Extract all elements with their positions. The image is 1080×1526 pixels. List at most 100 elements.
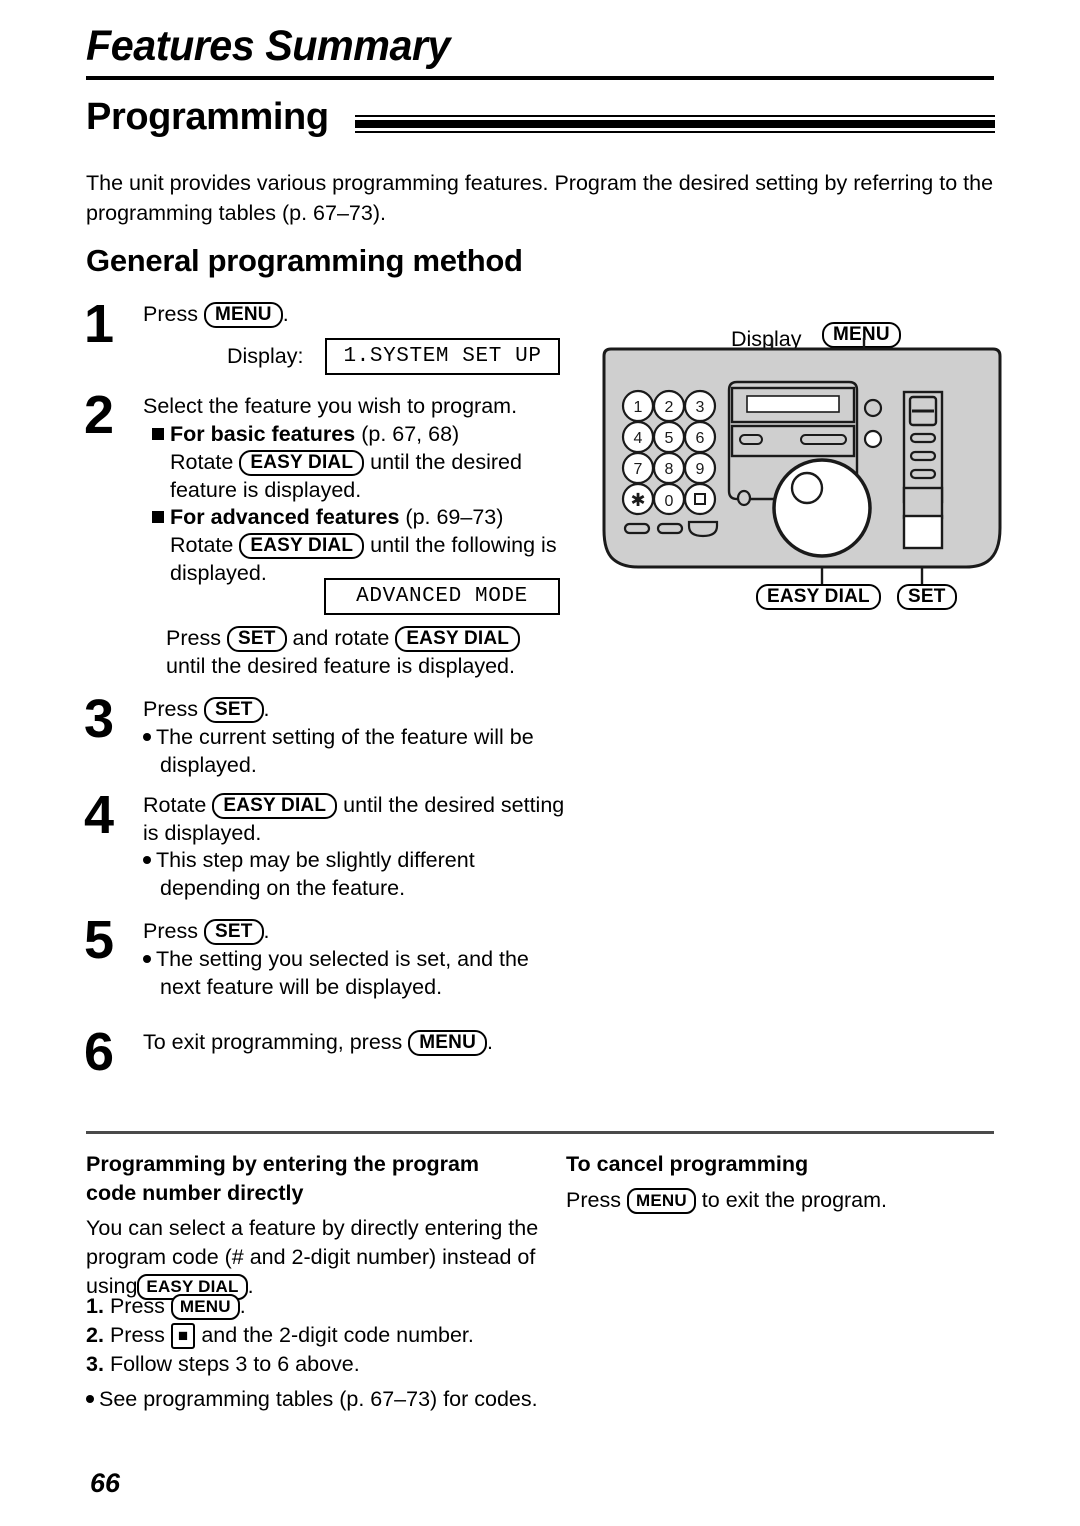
hash-key[interactable]: ■ bbox=[170, 1323, 196, 1349]
section-heading: Programming bbox=[86, 96, 329, 138]
step-2-intro: Select the feature you wish to program. bbox=[143, 394, 518, 418]
set-key[interactable]: SET bbox=[203, 697, 264, 723]
easy-dial-wheel[interactable] bbox=[772, 458, 872, 558]
square-bullet-icon bbox=[152, 511, 164, 523]
basic-rotate-suffix: until the desired bbox=[370, 450, 522, 474]
list-item-1-period: . bbox=[239, 1294, 246, 1318]
left-column-heading: Programming by entering the program code… bbox=[86, 1150, 556, 1208]
step-3-note-line1: The current setting of the feature will … bbox=[156, 725, 534, 749]
round-button-lower[interactable] bbox=[863, 429, 883, 449]
keypad-key-0[interactable]: 0 bbox=[665, 493, 674, 510]
menu-key[interactable]: MENU bbox=[170, 1294, 240, 1320]
list-item: 3. Follow steps 3 to 6 above. bbox=[86, 1350, 576, 1379]
menu-key[interactable]: MENU bbox=[203, 302, 283, 328]
keypad-key-6[interactable]: 6 bbox=[696, 430, 705, 447]
step-1-body: Press MENU. bbox=[143, 300, 573, 328]
advanced-features-pages: (p. 69–73) bbox=[405, 505, 504, 529]
keypad-key-2[interactable]: 2 bbox=[665, 399, 674, 416]
keypad-key-7[interactable]: 7 bbox=[634, 461, 643, 478]
display-label-1: Display: bbox=[227, 344, 304, 368]
step-5-press-label: Press bbox=[143, 919, 198, 943]
keypad-key-8[interactable]: 8 bbox=[665, 461, 674, 478]
intro-paragraph: The unit provides various programming fe… bbox=[86, 168, 998, 228]
and-rotate-label: and rotate bbox=[292, 626, 390, 650]
round-bullet-icon bbox=[143, 856, 151, 864]
keypad-key-3[interactable]: 3 bbox=[696, 399, 705, 416]
round-bullet-icon bbox=[143, 733, 151, 741]
step-4-rotate-suffix: until the desired setting bbox=[343, 793, 565, 817]
step-4-note-line2: depending on the feature. bbox=[160, 876, 406, 900]
advanced-features-heading: For advanced features bbox=[170, 505, 400, 529]
page-number: 66 bbox=[90, 1468, 121, 1498]
set-key[interactable]: SET bbox=[203, 919, 264, 945]
keypad-key-9[interactable]: 9 bbox=[696, 461, 705, 478]
easy-dial-key[interactable]: EASY DIAL bbox=[239, 450, 365, 476]
right-column-body: Press MENU to exit the program. bbox=[566, 1186, 996, 1215]
keypad-key-5[interactable]: 5 bbox=[665, 430, 674, 447]
menu-key[interactable]: MENU bbox=[626, 1188, 696, 1214]
right-body-press-label: Press bbox=[566, 1188, 621, 1212]
chapter-title-rule bbox=[86, 76, 994, 80]
document-page: Features Summary Programming The unit pr… bbox=[0, 0, 1080, 1526]
step-2-basic-block: For basic features (p. 67, 68) Rotate EA… bbox=[152, 420, 602, 504]
list-item: 2. Press ■ and the 2-digit code number. bbox=[86, 1321, 576, 1350]
right-key-1[interactable] bbox=[909, 432, 937, 444]
menu-key[interactable]: MENU bbox=[408, 1030, 488, 1056]
advanced-rotate-suffix: until the following is bbox=[370, 533, 557, 557]
round-button-upper[interactable] bbox=[863, 398, 883, 418]
step-number-4: 4 bbox=[84, 785, 114, 845]
bottom-divider bbox=[86, 1131, 994, 1134]
intro-line-1: The unit provides various programming fe… bbox=[86, 171, 994, 195]
set-key[interactable]: SET bbox=[226, 626, 287, 652]
step-1-press-label: Press bbox=[143, 302, 198, 326]
list-item-2-number: 2. bbox=[86, 1323, 104, 1347]
list-item-2-text: Press bbox=[109, 1323, 165, 1347]
page-title: Features Summary bbox=[86, 22, 451, 70]
step-3-period: . bbox=[263, 697, 270, 721]
keypad-key-4[interactable]: 4 bbox=[634, 430, 643, 447]
easy-dial-key[interactable]: EASY DIAL bbox=[395, 626, 521, 652]
step-5-note-line1: The setting you selected is set, and the bbox=[156, 947, 529, 971]
set-key-lower[interactable] bbox=[902, 514, 944, 550]
step-3-note-line2: displayed. bbox=[160, 753, 257, 777]
round-bullet-icon bbox=[143, 955, 151, 963]
right-key-2[interactable] bbox=[909, 450, 937, 462]
step-2-press-set-block: Press SET and rotate EASY DIAL until the… bbox=[166, 624, 616, 680]
device-keypad[interactable]: 1 2 3 4 5 6 7 8 9 ✱ 0 bbox=[621, 389, 717, 516]
left-column-numbered-list: 1. Press MENU. 2. Press ■ and the 2-digit … bbox=[86, 1292, 576, 1414]
step-number-3: 3 bbox=[84, 689, 114, 749]
device-function-keys[interactable] bbox=[623, 520, 719, 538]
right-body-suffix: to exit the program. bbox=[701, 1188, 888, 1212]
step-2-body: Select the feature you wish to program. bbox=[143, 392, 583, 420]
left-column-body: You can select a feature by directly ent… bbox=[86, 1214, 566, 1301]
step-number-2: 2 bbox=[84, 385, 114, 445]
round-bullet-icon bbox=[86, 1395, 94, 1403]
fax-machine-illustration: 1 2 3 4 5 6 7 8 9 ✱ 0 bbox=[602, 338, 1002, 584]
basic-rotate-label: Rotate bbox=[170, 450, 234, 474]
step-5-note-line2: next feature will be displayed. bbox=[160, 975, 443, 999]
indicator-led bbox=[736, 489, 752, 507]
lcd-advanced-mode: ADVANCED MODE bbox=[324, 578, 560, 615]
step-number-5: 5 bbox=[84, 910, 114, 970]
console-key-left[interactable] bbox=[739, 434, 763, 445]
easy-dial-key[interactable]: EASY DIAL bbox=[212, 793, 338, 819]
left-note-text: See programming tables (p. 67–73) for co… bbox=[99, 1387, 538, 1411]
step-4-note-line1: This step may be slightly different bbox=[156, 848, 475, 872]
basic-features-heading: For basic features bbox=[170, 422, 356, 446]
left-body-line-2: program code (# and 2-digit number) inst… bbox=[86, 1245, 536, 1269]
set-key-upper[interactable] bbox=[902, 486, 944, 520]
lcd-system-set-up: 1.SYSTEM SET UP bbox=[325, 338, 560, 375]
step-6-body: To exit programming, press MENU. bbox=[143, 1028, 603, 1056]
keypad-key-asterisk[interactable]: ✱ bbox=[630, 490, 645, 510]
list-item-1-text: Press bbox=[109, 1294, 165, 1318]
basic-rotate-line2: feature is displayed. bbox=[170, 478, 362, 502]
step-4-body: Rotate EASY DIAL until the desired setti… bbox=[143, 791, 603, 847]
easy-dial-key[interactable]: EASY DIAL bbox=[239, 533, 365, 559]
basic-features-pages: (p. 67, 68) bbox=[361, 422, 460, 446]
device-right-button-column[interactable] bbox=[902, 390, 944, 550]
right-key-3[interactable] bbox=[909, 468, 937, 480]
keypad-key-1[interactable]: 1 bbox=[634, 399, 643, 416]
step-4-notes: This step may be slightly different depe… bbox=[143, 846, 603, 902]
console-key-right[interactable] bbox=[800, 434, 847, 445]
left-heading-line-1: Programming by entering the program bbox=[86, 1152, 480, 1176]
